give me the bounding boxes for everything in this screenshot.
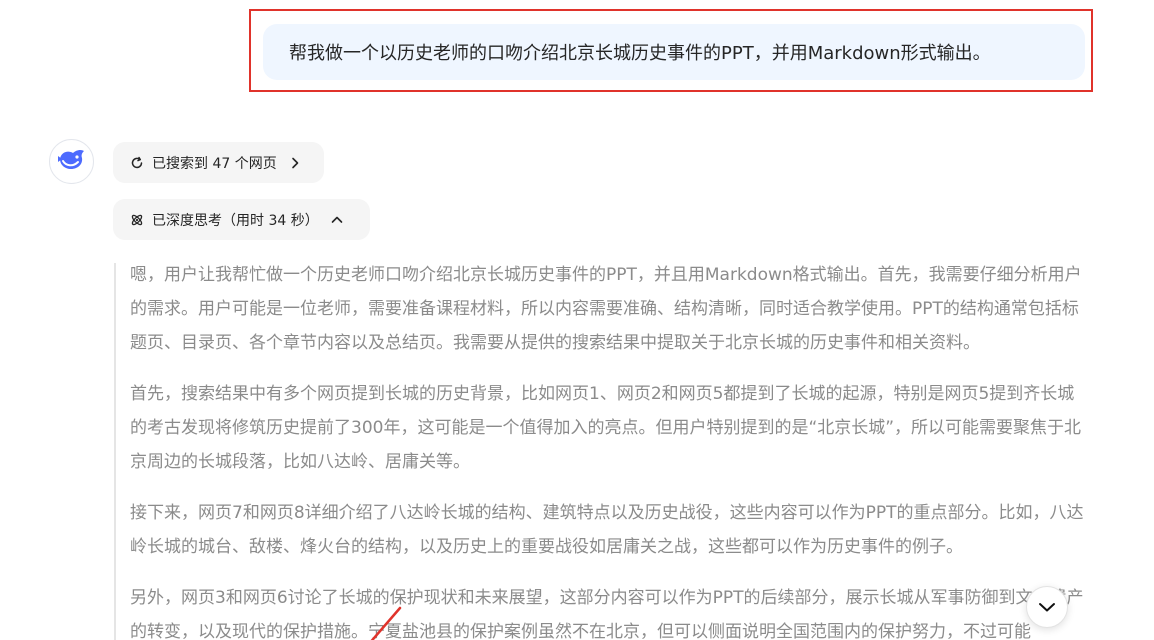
search-results-toggle[interactable]: 已搜索到 47 个网页 — [113, 142, 324, 183]
thought-paragraph: 接下来，网页7和网页8详细介绍了八达岭长城的结构、建筑特点以及历史战役，这些内容… — [130, 503, 1084, 557]
search-refresh-icon — [129, 155, 145, 171]
thought-paragraph: 嗯，用户让我帮忙做一个历史老师口吻介绍北京长城历史事件的PPT，并且用Markd… — [130, 265, 1082, 353]
scroll-to-bottom-button[interactable] — [1026, 586, 1068, 628]
deep-thinking-toggle[interactable]: 已深度思考（用时 34 秒） — [113, 199, 370, 240]
deep-thinking-label: 已深度思考（用时 34 秒） — [152, 212, 319, 229]
chevron-right-icon — [288, 156, 302, 170]
chevron-up-icon — [330, 213, 344, 227]
thinking-content: 嗯，用户让我帮忙做一个历史老师口吻介绍北京长城历史事件的PPT，并且用Markd… — [130, 258, 1090, 640]
chevron-down-icon — [1038, 598, 1056, 617]
thought-paragraph: 首先，搜索结果中有多个网页提到长城的历史背景，比如网页1、网页2和网页5都提到了… — [130, 384, 1082, 472]
deep-think-icon — [129, 212, 145, 228]
annotation-highlight-box — [249, 9, 1093, 92]
whale-logo-icon — [57, 147, 87, 177]
thought-paragraph: 另外，网页3和网页6讨论了长城的保护现状和未来展望，这部分内容可以作为PPT的后… — [130, 588, 1084, 640]
thought-rail — [114, 263, 116, 640]
assistant-avatar — [49, 139, 94, 184]
annotation-arrow — [370, 606, 402, 640]
search-results-label: 已搜索到 47 个网页 — [152, 155, 277, 172]
